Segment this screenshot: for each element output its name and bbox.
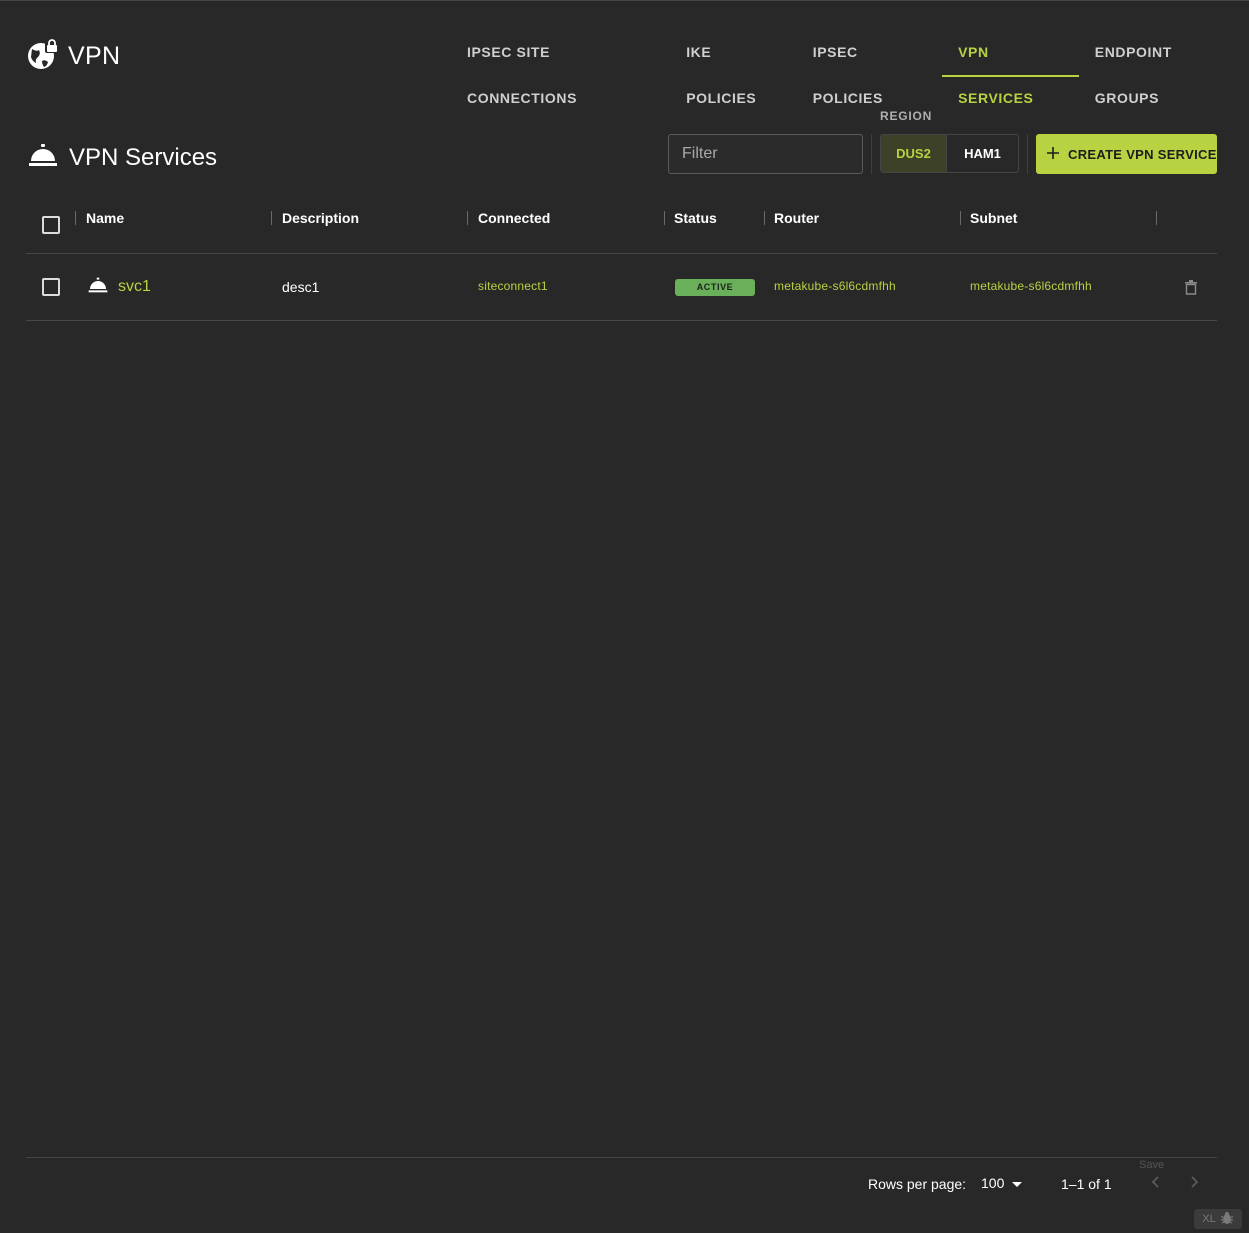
tab-ike-policies[interactable]: IKE POLICIES — [670, 29, 797, 106]
region-toggle: DUS2 HAM1 — [880, 134, 1019, 173]
pagination-range: 1–1 of 1 — [1061, 1176, 1112, 1192]
row-name-cell: svc1 — [88, 254, 151, 320]
globe-lock-icon — [26, 37, 60, 76]
nav-tabs: IPSEC SITE CONNECTIONS IKE POLICIES IPSE… — [451, 29, 1249, 106]
region-label: REGION — [880, 109, 933, 123]
column-separator[interactable] — [764, 211, 765, 225]
column-separator[interactable] — [664, 211, 665, 225]
vpn-services-table: Name Description Connected Status Router… — [26, 197, 1217, 321]
rows-per-page-value: 100 — [981, 1175, 1005, 1191]
trash-icon[interactable] — [1185, 279, 1197, 295]
region-option-dus2[interactable]: DUS2 — [881, 135, 947, 172]
connected-link[interactable]: siteconnect1 — [478, 279, 548, 293]
row-checkbox[interactable] — [42, 278, 60, 296]
rows-per-page-label: Rows per page: — [868, 1176, 967, 1192]
status-badge: ACTIVE — [675, 278, 755, 296]
tab-endpoint-groups[interactable]: ENDPOINT GROUPS — [1079, 29, 1249, 106]
filter-input[interactable] — [668, 134, 863, 174]
column-separator[interactable] — [75, 211, 76, 225]
app-title: VPN — [68, 42, 121, 70]
bug-icon — [1220, 1211, 1234, 1228]
column-header-name[interactable]: Name — [86, 197, 124, 239]
tab-vpn-services[interactable]: VPN SERVICES — [942, 29, 1079, 106]
column-separator[interactable] — [960, 211, 961, 225]
column-header-connected[interactable]: Connected — [478, 197, 550, 239]
column-header-subnet[interactable]: Subnet — [970, 197, 1017, 239]
rows-per-page-select[interactable]: 100 — [981, 1175, 1023, 1191]
plus-icon — [1047, 146, 1059, 162]
page-title: VPN Services — [69, 143, 218, 171]
app-brand: VPN — [26, 37, 120, 76]
debug-badge-label: XL — [1202, 1213, 1216, 1225]
table-row: svc1 desc1 siteconnect1 ACTIVE metakube-… — [26, 254, 1217, 321]
divider — [871, 134, 872, 174]
chevron-left-icon — [1151, 1175, 1159, 1193]
debug-badge[interactable]: XL — [1194, 1209, 1242, 1229]
subnet-link[interactable]: metakube-s6l6cdmfhh — [970, 279, 1092, 293]
region-option-ham1[interactable]: HAM1 — [947, 135, 1018, 172]
divider — [1027, 134, 1028, 174]
column-separator[interactable] — [1156, 211, 1157, 225]
column-header-status[interactable]: Status — [674, 197, 717, 239]
column-separator[interactable] — [271, 211, 272, 225]
column-separator[interactable] — [467, 211, 468, 225]
router-link[interactable]: metakube-s6l6cdmfhh — [774, 279, 896, 293]
service-name-link[interactable]: svc1 — [118, 278, 151, 296]
prev-page-button[interactable] — [1144, 1173, 1166, 1195]
next-page-button[interactable] — [1184, 1173, 1206, 1195]
column-header-router[interactable]: Router — [774, 197, 819, 239]
save-hint: Save — [1139, 1159, 1165, 1171]
bell-service-icon — [28, 143, 58, 172]
table-header: Name Description Connected Status Router… — [26, 197, 1217, 254]
footer-divider — [26, 1157, 1217, 1158]
create-button-label: CREATE VPN SERVICE — [1068, 146, 1217, 162]
tab-ipsec-site-connections[interactable]: IPSEC SITE CONNECTIONS — [451, 29, 670, 106]
caret-down-icon — [1012, 1175, 1023, 1191]
chevron-right-icon — [1191, 1175, 1199, 1193]
tab-ipsec-policies[interactable]: IPSEC POLICIES — [797, 29, 942, 106]
create-vpn-service-button[interactable]: CREATE VPN SERVICE — [1036, 134, 1217, 174]
bell-service-icon — [88, 277, 108, 298]
select-all-checkbox[interactable] — [42, 216, 60, 234]
page-heading: VPN Services — [28, 143, 217, 172]
row-description: desc1 — [282, 279, 320, 295]
column-header-description[interactable]: Description — [282, 197, 359, 239]
